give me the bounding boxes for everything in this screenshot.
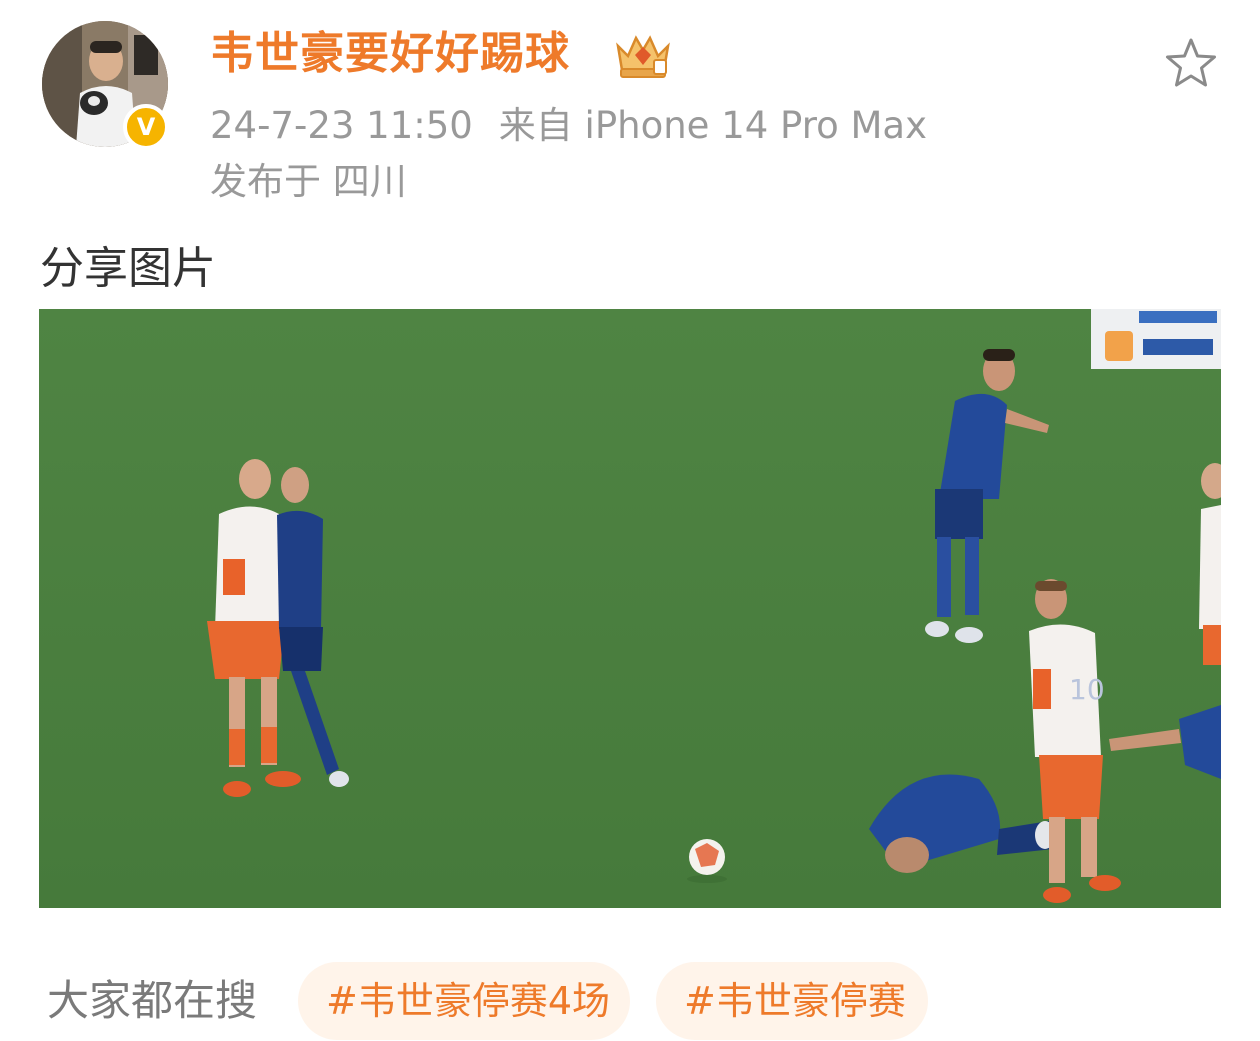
vip-crown-icon [616,35,670,78]
post-image[interactable]: 10 [39,309,1221,908]
post-location: 发布于 四川 [210,160,407,203]
post-timestamp: 24-7-23 11:50 [210,104,473,147]
svg-text:10: 10 [1069,673,1105,706]
trending-label: 大家都在搜 [47,976,258,1025]
hashtag-pill[interactable]: #韦世豪停赛4场 [298,962,630,1040]
football-match-photo: 10 [39,309,1221,908]
author-name[interactable]: 韦世豪要好好踢球 [210,24,570,84]
post-source: 来自 iPhone 14 Pro Max [498,104,928,147]
post-text: 分享图片 [40,243,216,294]
hashtag-pill[interactable]: #韦世豪停赛 [656,962,928,1040]
verified-badge-icon: V [123,104,169,150]
star-icon[interactable] [1163,36,1219,92]
post-meta: 24-7-23 11:50 来自 iPhone 14 Pro Max [210,101,927,151]
verified-badge-mark: V [136,113,156,141]
